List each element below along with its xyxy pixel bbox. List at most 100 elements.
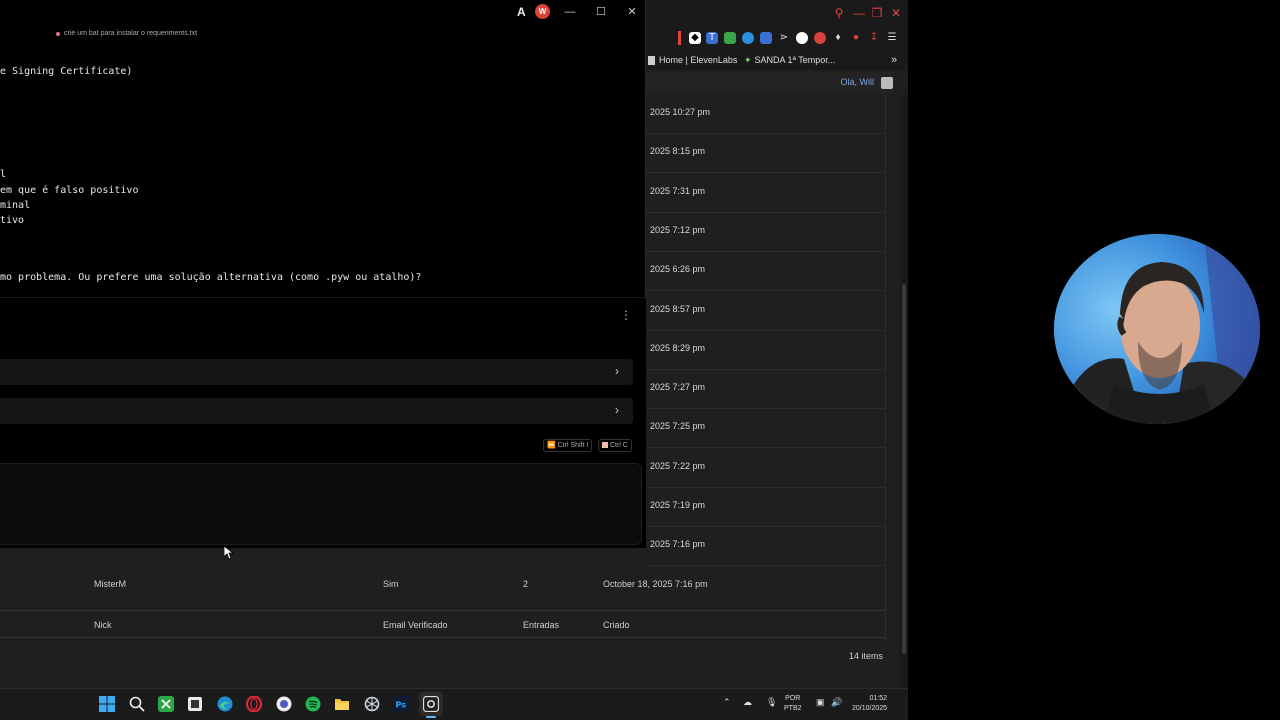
- microphone-icon[interactable]: 🎙: [766, 697, 777, 708]
- cell-nick: MisterM: [94, 579, 126, 589]
- extension-doc-icon[interactable]: [760, 32, 772, 44]
- cell-created: 2025 8:57 pm: [650, 304, 706, 314]
- extensions-puzzle-icon[interactable]: ♦: [832, 32, 844, 44]
- app-icon[interactable]: [187, 696, 203, 712]
- cell-created: 2025 7:31 pm: [650, 186, 706, 196]
- bookmarks-overflow-icon[interactable]: »: [891, 53, 897, 67]
- cell-created: October 18, 2025 7:16 pm: [603, 579, 708, 589]
- chatgpt-icon[interactable]: [364, 696, 380, 712]
- edge-icon[interactable]: [217, 696, 233, 712]
- close-button[interactable]: ✕: [622, 3, 642, 21]
- language-code: POR: [785, 695, 801, 702]
- toolbar-divider: [678, 31, 681, 45]
- row-divider: [646, 526, 886, 527]
- svg-text:Ps: Ps: [396, 701, 407, 710]
- suggestion-item[interactable]: ›: [0, 359, 633, 385]
- row-divider: [646, 487, 886, 488]
- browser-restore-button[interactable]: ❐: [868, 4, 886, 22]
- extension-translate-icon[interactable]: T: [706, 32, 718, 44]
- tab-status-dot: [56, 32, 60, 36]
- app-icon[interactable]: [276, 696, 292, 712]
- items-count: 14 items: [849, 651, 884, 661]
- extension-share-icon[interactable]: ⋗: [778, 32, 790, 44]
- column-header-entries[interactable]: Entradas: [523, 620, 559, 630]
- maximize-button[interactable]: ☐: [591, 3, 611, 21]
- extension-bulb-icon[interactable]: [796, 32, 808, 44]
- extension-circle-icon[interactable]: [742, 32, 754, 44]
- menu-icon[interactable]: ☰: [886, 32, 898, 44]
- spotify-icon[interactable]: [305, 696, 321, 712]
- avatar[interactable]: [881, 77, 893, 89]
- volume-icon[interactable]: 🔊: [831, 697, 842, 708]
- photoshop-icon[interactable]: Ps: [393, 696, 409, 712]
- row-divider: [646, 408, 886, 409]
- cell-created: 2025 8:29 pm: [650, 343, 706, 353]
- opera-icon[interactable]: [245, 695, 263, 713]
- file-explorer-icon[interactable]: [334, 696, 350, 712]
- download-icon[interactable]: ↧: [868, 32, 880, 44]
- cell-created: 2025 7:16 pm: [650, 539, 706, 549]
- language-indicator[interactable]: POR PTB2: [784, 694, 802, 714]
- chevron-up-icon[interactable]: ⌃: [723, 697, 731, 708]
- row-divider: [646, 251, 886, 252]
- row-divider: [646, 447, 886, 448]
- cell-created: 2025 8:15 pm: [650, 146, 706, 156]
- cell-created: 2025 10:27 pm: [650, 107, 711, 117]
- cloud-icon[interactable]: ☁: [743, 697, 752, 708]
- extension-block-icon[interactable]: [814, 32, 826, 44]
- cell-created: 2025 7:19 pm: [650, 500, 706, 510]
- prompt-input[interactable]: [0, 463, 642, 545]
- terminal-line: tivo: [0, 215, 25, 226]
- suggestion-item[interactable]: ›: [0, 398, 633, 424]
- app-logo-icon[interactable]: A: [517, 5, 526, 19]
- cell-entries: 2: [523, 579, 529, 589]
- stop-icon: [602, 442, 608, 449]
- clock-date: 20/10/2025: [852, 705, 888, 712]
- system-clock[interactable]: 01:52 20/10/2025: [852, 694, 887, 714]
- profile-icon[interactable]: ●: [850, 32, 862, 44]
- shortcut-hint-stop[interactable]: Ctrl C: [598, 439, 632, 452]
- row-divider: [646, 290, 886, 291]
- cell-created: 2025 7:12 pm: [650, 225, 706, 235]
- xbox-icon[interactable]: [158, 696, 174, 712]
- fast-forward-icon: ⏩: [547, 442, 556, 449]
- bookmarks-bar: Home | ElevenLabs ✦ SANDA 1ª Tempor... »: [646, 50, 908, 70]
- browser-search-icon[interactable]: ⚲: [830, 4, 848, 22]
- page-icon: [648, 56, 655, 66]
- windows-start-icon[interactable]: [99, 696, 115, 712]
- column-header-nick[interactable]: Nick: [94, 620, 112, 630]
- clock-time: 01:52: [869, 695, 888, 702]
- chevron-right-icon: ›: [615, 403, 619, 417]
- bookmark-favicon-icon: ✦: [744, 55, 752, 65]
- webcam-person-image: [1054, 234, 1260, 424]
- shortcut-label: Ctrl Shift I: [557, 442, 589, 449]
- bookmark-label: SANDA 1ª Tempor...: [754, 55, 836, 65]
- cell-created: 2025 7:22 pm: [650, 461, 706, 471]
- user-avatar-icon[interactable]: W: [535, 4, 550, 19]
- chevron-right-icon: ›: [615, 364, 619, 378]
- terminal-line: minal: [0, 200, 31, 211]
- user-greeting[interactable]: Olá, Will: [841, 77, 875, 87]
- tab-title[interactable]: crie um bat para instalar o requeriments…: [64, 30, 197, 37]
- row-divider: [646, 369, 886, 370]
- scrollbar-thumb[interactable]: [902, 284, 906, 654]
- terminal-line: e Signing Certificate): [0, 66, 133, 77]
- browser-minimize-button[interactable]: —: [850, 4, 868, 22]
- extension-leaf-icon[interactable]: [724, 32, 736, 44]
- shortcut-hint-run[interactable]: ⏩ Ctrl Shift I: [543, 439, 593, 452]
- terminal-icon[interactable]: [422, 695, 440, 713]
- browser-close-button[interactable]: ✕: [887, 4, 905, 22]
- minimize-button[interactable]: —: [560, 3, 580, 21]
- extension-diamond-icon[interactable]: ◆: [689, 32, 701, 44]
- network-icon[interactable]: ▣: [816, 697, 825, 708]
- row-divider: [646, 212, 886, 213]
- row-divider: [646, 330, 886, 331]
- column-header-verified[interactable]: Email Verificado: [383, 620, 448, 630]
- table-row[interactable]: MisterM Sim 2 October 18, 2025 7:16 pm: [0, 570, 886, 600]
- column-header-created[interactable]: Criado: [603, 620, 630, 630]
- bookmark-sanda[interactable]: ✦ SANDA 1ª Tempor...: [744, 53, 835, 67]
- bookmark-elevenlabs[interactable]: Home | ElevenLabs: [648, 53, 737, 67]
- more-options-icon[interactable]: ⋮: [620, 308, 632, 322]
- search-icon[interactable]: [129, 696, 145, 712]
- terminal-line: mo problema. Ou prefere uma solução alte…: [0, 272, 422, 283]
